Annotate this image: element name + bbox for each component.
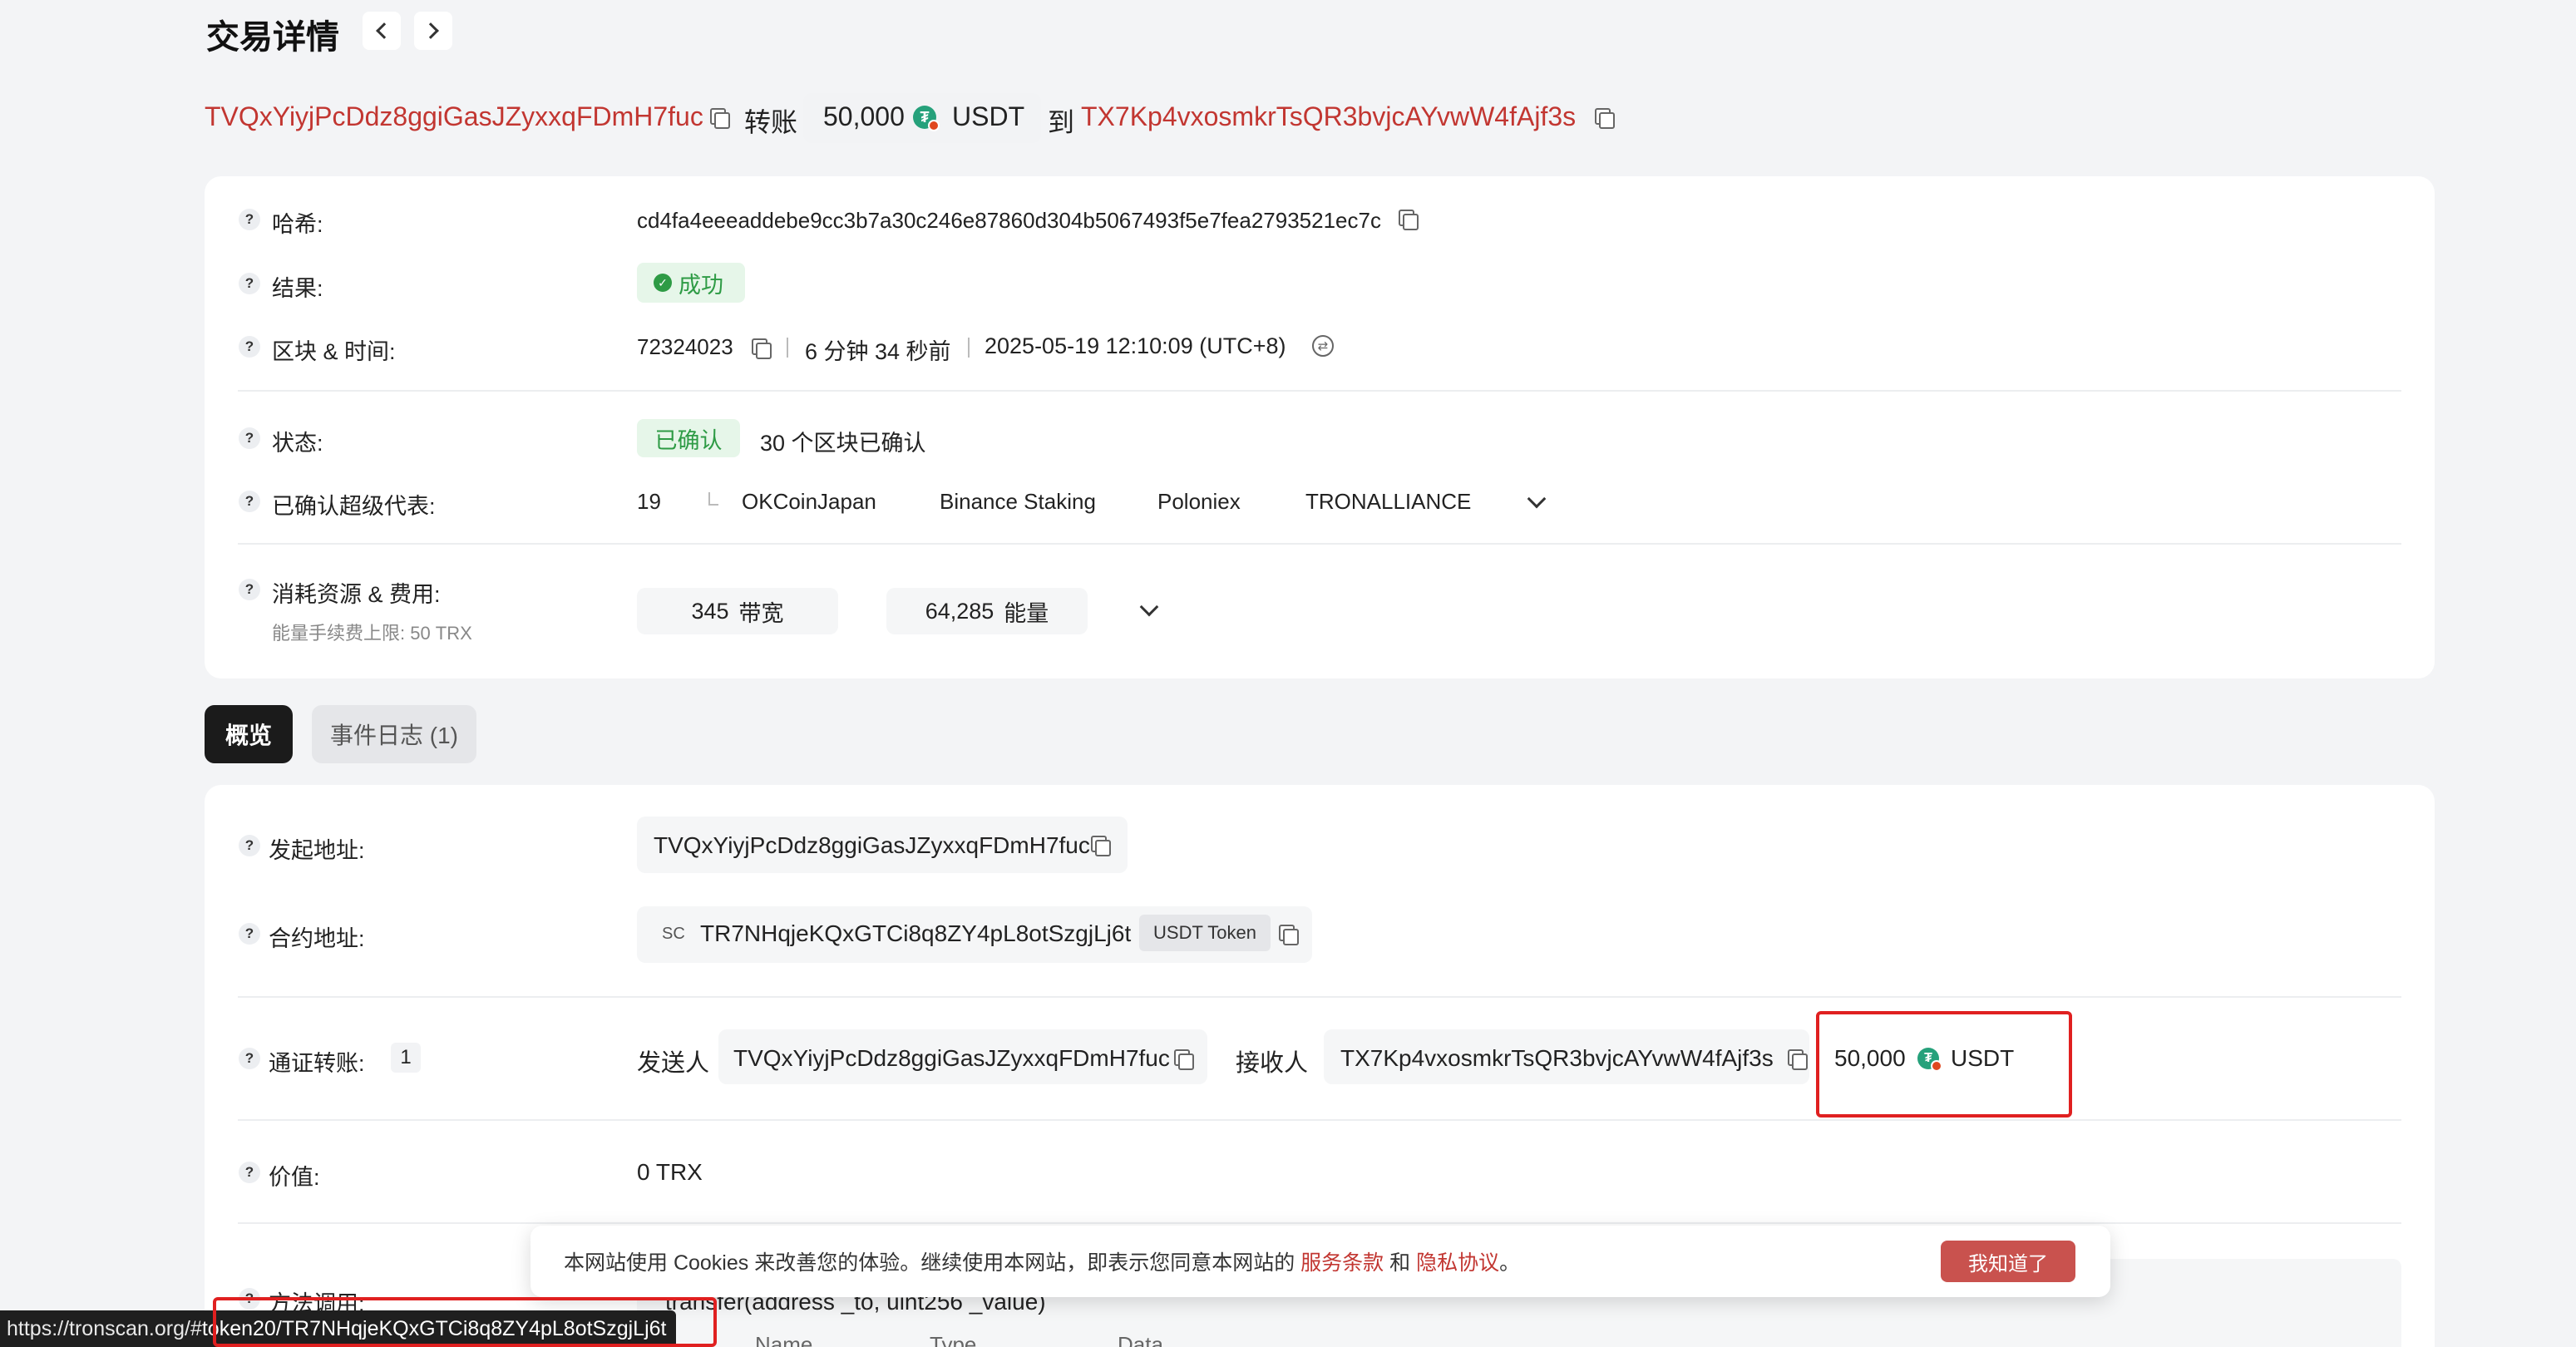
copy-icon[interactable] [1786, 1048, 1808, 1070]
copy-icon[interactable] [1089, 834, 1111, 856]
transfer-count-badge: 1 [391, 1043, 421, 1073]
help-icon[interactable]: ? [239, 427, 260, 449]
help-icon[interactable]: ? [239, 835, 260, 856]
cookie-accept-button[interactable]: 我知道了 [1941, 1241, 2075, 1282]
contract-address[interactable]: TR7NHqjeKQxGTCi8q8ZY4pL8otSzgjLj6t [700, 920, 1131, 947]
cookie-banner: 本网站使用 Cookies 来改善您的体验。继续使用本网站，即表示您同意本网站的… [530, 1226, 2110, 1297]
help-icon[interactable]: ? [239, 336, 260, 358]
status-note: 30 个区块已确认 [760, 431, 926, 456]
status-label: 状态: [272, 431, 323, 456]
energy-unit: 能量 [1004, 600, 1049, 626]
summary-from-link[interactable]: TVQxYiyjPcDdz8ggiGasJZyxxqFDmH7fuc [205, 101, 703, 132]
status-badge: 已确认 [637, 419, 740, 457]
next-button[interactable] [414, 12, 452, 50]
contract-label: 合约地址: [269, 926, 365, 951]
details-card [205, 176, 2435, 678]
value-label: 价值: [269, 1165, 320, 1190]
check-circle-icon: ✓ [654, 274, 672, 292]
bandwidth-pill: 345 带宽 [637, 588, 838, 634]
tab-event-log[interactable]: 事件日志 (1) [312, 705, 476, 763]
sender-address[interactable]: TVQxYiyjPcDdz8ggiGasJZyxxqFDmH7fuc [733, 1045, 1170, 1072]
table-header: Name [755, 1332, 813, 1347]
chevron-left-icon [376, 22, 392, 39]
sr-count: 19 [637, 489, 661, 514]
hash-value: cd4fa4eeeaddebe9cc3b7a30c246e87860d304b5… [637, 208, 1381, 233]
summary-to-word: 到 [1048, 107, 1075, 137]
cookie-text-end: 。 [1499, 1251, 1521, 1275]
copy-icon[interactable] [750, 337, 772, 359]
divider [238, 1222, 2401, 1224]
block-time: 2025-05-19 12:10:09 (UTC+8) [985, 333, 1286, 358]
copy-icon[interactable] [1397, 208, 1419, 230]
help-icon[interactable]: ? [239, 209, 260, 230]
summary-to-link[interactable]: TX7Kp4vxosmkrTsQR3bvjcAYvwW4fAjf3s [1081, 101, 1576, 132]
divider [238, 390, 2401, 392]
sr-item[interactable]: Binance Staking [940, 489, 1096, 515]
block-label: 区块 & 时间: [272, 339, 396, 364]
page-title: 交易详情 [206, 19, 339, 56]
result-label: 结果: [272, 276, 323, 301]
cookie-text-and: 和 [1384, 1251, 1417, 1275]
divider [238, 1119, 2401, 1121]
help-icon[interactable]: ? [239, 491, 260, 512]
chevron-right-icon [422, 22, 439, 39]
hash-label: 哈希: [272, 212, 323, 237]
tether-icon: ₮ [1917, 1048, 1942, 1072]
block-age: 6 分钟 34 秒前 [805, 339, 951, 364]
table-header: Type [930, 1332, 977, 1347]
cookie-text: 本网站使用 Cookies 来改善您的体验。继续使用本网站，即表示您同意本网站的 [564, 1251, 1301, 1275]
contract-badge: SC [662, 925, 685, 943]
help-icon[interactable]: ? [239, 579, 260, 600]
result-badge: ✓ 成功 [637, 263, 745, 303]
privacy-link[interactable]: 隐私协议 [1416, 1246, 1499, 1276]
terms-link[interactable]: 服务条款 [1300, 1246, 1384, 1276]
fee-label: 消耗资源 & 费用: [272, 582, 441, 607]
divider [238, 543, 2401, 545]
summary-amount: 50,000 [823, 101, 905, 131]
value-amount: 0 TRX [637, 1159, 703, 1185]
table-header: Data [1118, 1332, 1163, 1347]
highlight-box [213, 1297, 717, 1347]
receiver-label: 接收人 [1236, 1050, 1309, 1077]
timezone-icon[interactable]: ⇄ [1312, 335, 1334, 357]
result-value: 成功 [679, 272, 723, 298]
separator [968, 338, 970, 358]
owner-address[interactable]: TVQxYiyjPcDdz8ggiGasJZyxxqFDmH7fuc [654, 832, 1090, 859]
separator [787, 338, 788, 358]
summary-token: USDT [952, 101, 1025, 131]
bandwidth-unit: 带宽 [738, 600, 784, 626]
status-url-prefix: https://tronscan.org/# [7, 1316, 202, 1340]
sr-item[interactable]: TRONALLIANCE [1305, 489, 1471, 515]
contract-token-badge: USDT Token [1139, 915, 1271, 951]
divider [238, 996, 2401, 998]
sr-item[interactable]: Poloniex [1157, 489, 1241, 515]
help-icon[interactable]: ? [239, 1162, 260, 1183]
block-link[interactable]: 72324023 [637, 334, 733, 360]
transfer-token-link[interactable]: USDT [1951, 1045, 2014, 1072]
sr-label: 已确认超级代表: [272, 494, 436, 519]
fee-limit: 能量手续费上限: 50 TRX [272, 623, 472, 644]
copy-icon[interactable] [708, 106, 730, 129]
tab-overview[interactable]: 概览 [205, 705, 293, 763]
help-icon[interactable]: ? [239, 273, 260, 294]
energy-pill: 64,285 能量 [886, 588, 1088, 634]
copy-icon[interactable] [1277, 923, 1299, 945]
help-icon[interactable]: ? [239, 923, 260, 945]
receiver-address[interactable]: TX7Kp4vxosmkrTsQR3bvjcAYvwW4fAjf3s [1340, 1045, 1774, 1072]
bandwidth-value: 345 [691, 598, 729, 624]
tree-line-icon [708, 492, 718, 506]
owner-label: 发起地址: [269, 838, 365, 863]
energy-value: 64,285 [925, 598, 994, 624]
sr-item[interactable]: OKCoinJapan [742, 489, 876, 515]
prev-button[interactable] [363, 12, 401, 50]
copy-icon[interactable] [1593, 106, 1615, 129]
help-icon[interactable]: ? [239, 1048, 260, 1069]
sender-label: 发送人 [637, 1050, 710, 1077]
transfer-amount: 50,000 [1834, 1045, 1906, 1071]
transfer-label: 通证转账: [269, 1051, 365, 1076]
copy-icon[interactable] [1172, 1048, 1194, 1070]
tether-icon: ₮ [913, 106, 940, 131]
summary-action: 转账 [744, 107, 798, 137]
